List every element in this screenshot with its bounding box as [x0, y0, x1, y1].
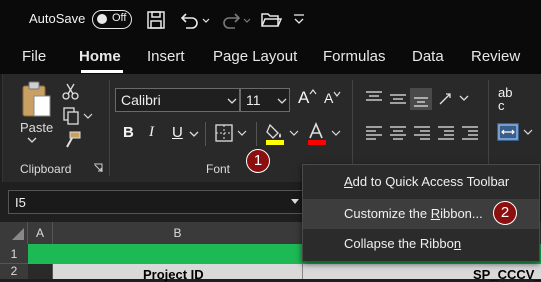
- format-painter-icon[interactable]: [62, 130, 82, 150]
- group-divider: [488, 80, 489, 176]
- grow-font-glyph: A: [298, 88, 310, 107]
- fill-color-icon[interactable]: [264, 121, 300, 147]
- cell-b2[interactable]: Project ID: [53, 264, 303, 282]
- font-group-label: Font: [206, 162, 231, 176]
- tab-page-layout[interactable]: Page Layout: [213, 48, 297, 65]
- font-color-icon[interactable]: [306, 121, 342, 147]
- vertical-alignment-icons: [366, 88, 469, 110]
- column-header-b[interactable]: B: [53, 222, 303, 244]
- clipboard-group-label: Clipboard: [20, 162, 72, 176]
- cell-b2-text: Project ID: [143, 267, 204, 282]
- wrap-text-c: c: [498, 98, 505, 113]
- menu-item-prefix: [303, 174, 344, 189]
- autosave-label: AutoSave: [29, 11, 86, 26]
- autosave-toggle[interactable]: Off: [92, 10, 132, 29]
- tab-data[interactable]: Data: [412, 48, 444, 65]
- cut-icon[interactable]: [62, 82, 80, 100]
- step-badge-1: 1: [246, 149, 270, 173]
- cell-c2-text: SP_CCCV_i: [473, 267, 541, 282]
- cell-a2[interactable]: [28, 264, 53, 279]
- select-all-triangle-icon: [12, 228, 24, 240]
- divider: [256, 122, 257, 146]
- shrink-font-glyph: A: [324, 90, 334, 106]
- shrink-font-button[interactable]: A: [324, 90, 341, 106]
- redo-icon[interactable]: [219, 10, 251, 30]
- select-all-corner[interactable]: [0, 222, 28, 244]
- wrap-text-button[interactable]: ab c: [498, 86, 512, 112]
- divider: [205, 122, 206, 146]
- menu-item-add-to-quick-access-toolbar[interactable]: Add to Quick Access Toolbar: [303, 167, 539, 197]
- menu-item-rest: ibbon...: [440, 206, 483, 221]
- toggle-knob: [97, 14, 107, 24]
- tab-home[interactable]: Home: [79, 48, 121, 65]
- horizontal-alignment-icons: [366, 126, 478, 140]
- name-box-dropdown-icon[interactable]: [290, 198, 300, 206]
- undo-icon[interactable]: [178, 10, 210, 30]
- borders-icon[interactable]: [214, 123, 248, 145]
- chevron-down-icon[interactable]: [226, 97, 238, 105]
- customize-toolbar-chevron-icon[interactable]: [292, 12, 306, 28]
- step-badge-2: 2: [493, 201, 517, 225]
- tab-insert[interactable]: Insert: [147, 48, 185, 65]
- italic-button[interactable]: I: [149, 124, 154, 141]
- paste-dropdown-icon[interactable]: [26, 136, 38, 144]
- menu-item-accel: n: [453, 236, 462, 251]
- clipboard-dialog-launcher-icon[interactable]: [92, 162, 104, 174]
- font-size-combo[interactable]: 11: [240, 88, 290, 112]
- paste-icon[interactable]: [20, 80, 56, 120]
- tab-file[interactable]: File: [22, 48, 46, 65]
- grow-font-button[interactable]: A: [298, 88, 317, 108]
- caret-up-icon: [309, 89, 317, 95]
- underline-dropdown-icon[interactable]: [188, 130, 200, 138]
- paste-label[interactable]: Paste: [20, 120, 53, 135]
- name-box[interactable]: I5: [8, 190, 304, 214]
- menu-item-rest: dd to Quick Access Toolbar: [352, 174, 510, 189]
- underline-button[interactable]: U: [172, 124, 183, 141]
- tab-review[interactable]: Review: [471, 48, 520, 65]
- tab-formulas[interactable]: Formulas: [323, 48, 386, 65]
- menu-item-collapse-the-ribbon[interactable]: Collapse the Ribbon: [303, 229, 539, 259]
- font-name-value: Calibri: [121, 92, 161, 108]
- save-icon[interactable]: [146, 10, 166, 30]
- merge-center-icon[interactable]: [496, 122, 536, 144]
- cell-c2[interactable]: SP_CCCV_i: [303, 264, 541, 282]
- name-box-value: I5: [15, 195, 26, 210]
- active-tab-indicator: [81, 70, 123, 73]
- copy-icon[interactable]: [62, 106, 94, 126]
- group-divider: [109, 80, 110, 176]
- caret-down-icon: [333, 91, 341, 97]
- row-header-1[interactable]: 1: [0, 244, 28, 264]
- menu-item-prefix: Collapse the Ribbo: [344, 236, 454, 251]
- menu-item-prefix: Customize the: [344, 206, 431, 221]
- open-folder-icon[interactable]: [260, 10, 282, 30]
- font-size-value: 11: [246, 92, 261, 108]
- column-header-a[interactable]: A: [28, 222, 53, 244]
- menu-item-accel: A: [344, 174, 353, 189]
- chevron-down-icon[interactable]: [276, 97, 288, 105]
- row-header-2[interactable]: 2: [0, 264, 28, 279]
- bold-button[interactable]: B: [123, 124, 134, 141]
- font-name-combo[interactable]: Calibri: [115, 88, 240, 112]
- group-divider: [352, 80, 353, 176]
- autosave-state: Off: [112, 12, 127, 24]
- menu-item-accel: R: [430, 206, 441, 221]
